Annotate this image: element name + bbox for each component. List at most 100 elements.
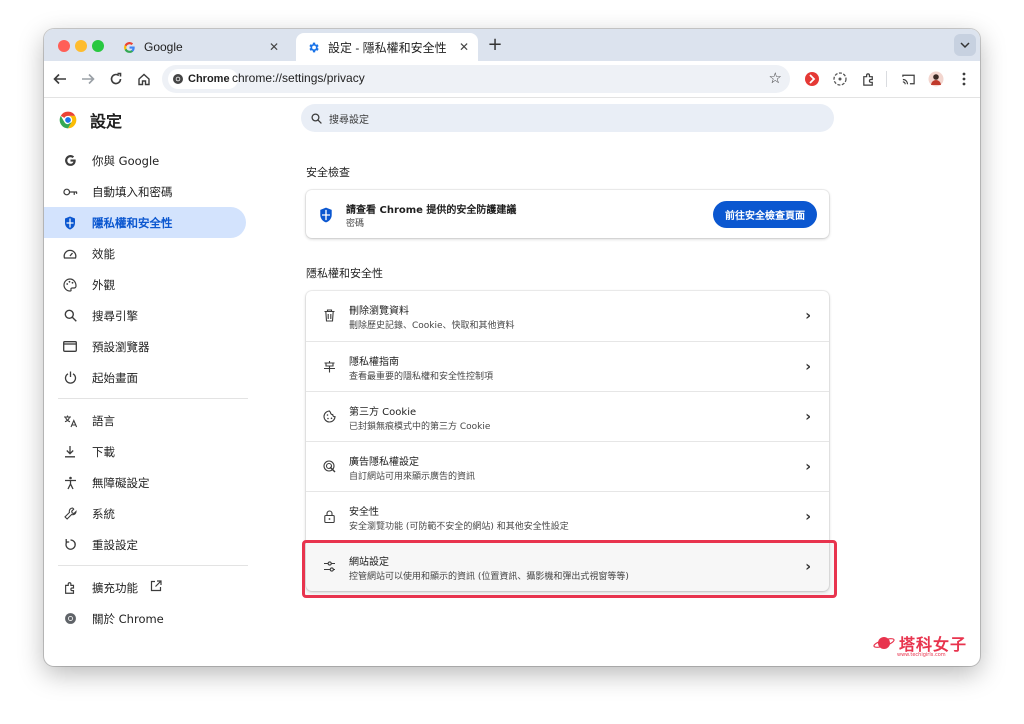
row-subtitle: 安全瀏覽功能 (可防範不安全的網站) 和其他安全性設定 (349, 522, 569, 532)
sidebar-item-autofill[interactable]: 自動填入和密碼 (44, 176, 246, 207)
chevron-right-icon: › (805, 359, 811, 375)
puzzle-icon (62, 580, 78, 596)
key-icon (62, 184, 78, 200)
timer-extension-icon (833, 72, 847, 86)
chip-label: Chrome (188, 73, 230, 85)
row-privacy-guide[interactable]: 隱私權指南 查看最重要的隱私權和安全性控制項 › (306, 341, 829, 392)
address-bar[interactable]: Chrome chrome://settings/privacy ☆ (162, 65, 790, 93)
search-icon (311, 112, 323, 124)
row-title: 廣告隱私權設定 (349, 457, 419, 468)
sidebar-item-label: 自動填入和密碼 (92, 184, 173, 199)
more-vert-icon (962, 72, 966, 86)
go-to-safety-check-button[interactable]: 前往安全檢查頁面 (713, 201, 817, 228)
sidebar-item-label: 你與 Google (92, 153, 160, 168)
row-third-party-cookies[interactable]: 第三方 Cookie 已封鎖無痕模式中的第三方 Cookie › (306, 391, 829, 442)
tab-title: 設定 - 隱私權和安全性 (328, 40, 447, 55)
menu-button[interactable] (952, 67, 976, 91)
power-icon (62, 370, 78, 386)
shield-icon (320, 207, 332, 223)
google-icon (122, 40, 136, 54)
extension-red-button[interactable] (800, 67, 824, 91)
sidebar-item-label: 預設瀏覽器 (92, 339, 150, 354)
url-text[interactable]: chrome://settings/privacy (232, 71, 365, 85)
shield-icon (62, 215, 78, 231)
chevron-down-icon (960, 42, 970, 49)
sidebar-item-downloads[interactable]: 下載 (44, 436, 246, 467)
toolbar: Chrome chrome://settings/privacy ☆ (44, 61, 980, 98)
settings-brand: 設定 (58, 108, 122, 132)
sidebar-item-on-startup[interactable]: 起始畫面 (44, 362, 246, 393)
safety-check-card: 請查看 Chrome 提供的安全防護建議 密碼 前往安全檢查頁面 (306, 190, 829, 238)
gear-icon (306, 40, 320, 54)
row-title: 刪除瀏覽資料 (349, 306, 409, 317)
extensions-button[interactable] (856, 67, 880, 91)
watermark-url: www.techigirls.com (897, 652, 946, 658)
row-subtitle: 自訂網站可用來顯示廣告的資訊 (349, 472, 476, 482)
bookmark-star-icon[interactable]: ☆ (769, 69, 782, 87)
external-link-icon (150, 580, 162, 595)
chevron-right-icon: › (805, 509, 811, 525)
sidebar-item-label: 起始畫面 (92, 370, 138, 385)
reload-icon (110, 72, 122, 85)
arrow-left-icon (53, 73, 66, 85)
sidebar-item-languages[interactable]: 語言 (44, 405, 246, 436)
search-placeholder: 搜尋設定 (329, 114, 369, 126)
sidebar-item-about-chrome[interactable]: 關於 Chrome (44, 603, 246, 634)
settings-sidebar: 設定 你與 Google 自動填入和密碼 隱私權和安全性 效能 外觀 搜尋引擎 (44, 98, 254, 666)
sidebar-item-label: 外觀 (92, 277, 115, 292)
close-icon[interactable]: ✕ (266, 40, 282, 54)
chevron-right-icon: › (805, 308, 811, 324)
tab-strip: Google ✕ 設定 - 隱私權和安全性 ✕ + (44, 29, 980, 61)
cast-button[interactable] (896, 67, 920, 91)
privacy-heading: 隱私權和安全性 (306, 267, 383, 280)
extension-clock-button[interactable] (828, 67, 852, 91)
highlight-box (302, 540, 837, 598)
profile-button[interactable] (924, 67, 948, 91)
back-button[interactable] (48, 67, 72, 91)
privacy-guide-icon (322, 359, 336, 373)
wrench-icon (62, 506, 78, 522)
speedometer-icon (62, 246, 78, 262)
sidebar-item-label: 無障礙設定 (92, 475, 150, 490)
avatar (928, 71, 944, 87)
safety-check-subtitle: 密碼 (346, 219, 365, 229)
tab-search-button[interactable] (954, 34, 976, 56)
search-settings-input[interactable]: 搜尋設定 (301, 104, 834, 132)
row-security[interactable]: 安全性 安全瀏覽功能 (可防範不安全的網站) 和其他安全性設定 › (306, 491, 829, 542)
translate-icon (62, 413, 78, 429)
sidebar-item-default-browser[interactable]: 預設瀏覽器 (44, 331, 246, 362)
sidebar-item-label: 下載 (92, 444, 115, 459)
sidebar-item-privacy[interactable]: 隱私權和安全性 (44, 207, 246, 238)
sidebar-item-label: 重設設定 (92, 537, 138, 552)
cookie-icon (322, 409, 336, 423)
sidebar-item-system[interactable]: 系統 (44, 498, 246, 529)
sidebar-item-label: 隱私權和安全性 (92, 215, 173, 230)
sidebar-item-appearance[interactable]: 外觀 (44, 269, 246, 300)
sidebar-item-reset[interactable]: 重設設定 (44, 529, 246, 560)
tab-google[interactable]: Google ✕ (112, 33, 288, 61)
forward-button[interactable] (76, 67, 100, 91)
chrome-logo-icon (59, 111, 77, 129)
puzzle-icon (862, 72, 873, 86)
close-window-button[interactable] (58, 40, 70, 52)
sidebar-item-extensions[interactable]: 擴充功能 (44, 572, 246, 603)
new-tab-button[interactable]: + (484, 34, 506, 56)
sidebar-item-accessibility[interactable]: 無障礙設定 (44, 467, 246, 498)
sidebar-item-label: 關於 Chrome (92, 611, 164, 626)
sidebar-item-performance[interactable]: 效能 (44, 238, 246, 269)
sidebar-item-you-and-google[interactable]: 你與 Google (44, 145, 246, 176)
sidebar-item-label: 搜尋引擎 (92, 308, 138, 323)
row-clear-browsing-data[interactable]: 刪除瀏覽資料 刪除歷史記錄、Cookie、快取和其他資料 › (306, 291, 829, 341)
sidebar-item-search-engine[interactable]: 搜尋引擎 (44, 300, 246, 331)
accessibility-icon (62, 475, 78, 491)
zoom-window-button[interactable] (92, 40, 104, 52)
red-extension-icon (805, 72, 819, 86)
reload-button[interactable] (104, 67, 128, 91)
close-icon[interactable]: ✕ (456, 40, 472, 54)
home-button[interactable] (132, 67, 156, 91)
tab-settings[interactable]: 設定 - 隱私權和安全性 ✕ (296, 33, 478, 61)
site-info-chip[interactable]: Chrome (168, 69, 238, 89)
minimize-window-button[interactable] (75, 40, 87, 52)
row-ad-privacy[interactable]: 廣告隱私權設定 自訂網站可用來顯示廣告的資訊 › (306, 441, 829, 492)
toolbar-divider (886, 71, 887, 87)
